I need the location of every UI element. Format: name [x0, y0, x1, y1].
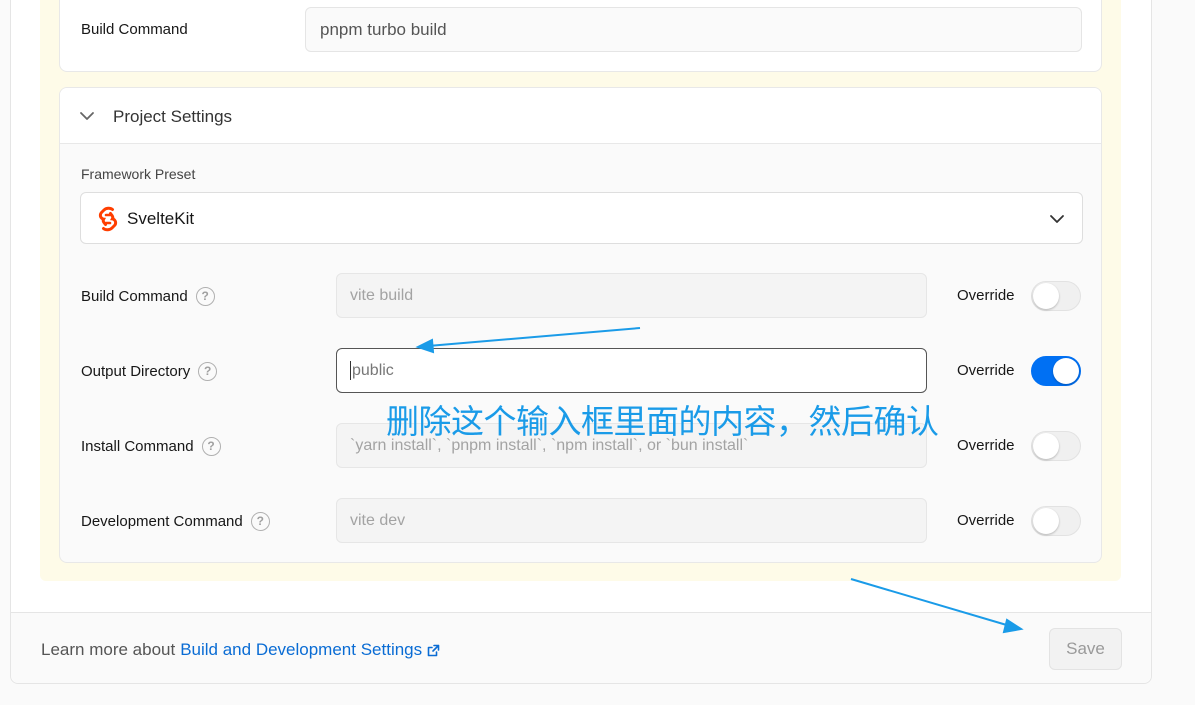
output-directory-label: Output Directory — [81, 363, 191, 380]
output-directory-value: public — [352, 362, 394, 379]
toggle-knob — [1033, 508, 1059, 534]
build-command-label: Build Command — [81, 288, 188, 305]
development-command-input[interactable]: vite dev — [336, 498, 927, 543]
development-command-override-label: Override — [957, 512, 1015, 529]
help-icon[interactable]: ? — [201, 437, 221, 456]
external-link-icon — [427, 644, 440, 656]
project-settings-title: Project Settings — [113, 107, 233, 126]
help-icon[interactable]: ? — [198, 362, 218, 381]
help-icon[interactable]: ? — [250, 512, 270, 531]
project-settings-header[interactable]: Project Settings — [60, 88, 1101, 144]
install-command-label: Install Command — [81, 438, 194, 455]
svelte-logo-icon — [98, 206, 118, 232]
project-settings-panel: Project Settings Framework Preset Svelte… — [59, 87, 1102, 563]
chevron-down-icon — [1050, 215, 1064, 223]
learn-more-text: Learn more about Build and Development S… — [41, 640, 440, 660]
toggle-knob — [1033, 283, 1059, 309]
build-command-input[interactable]: vite build — [336, 273, 927, 318]
install-command-override-label: Override — [957, 437, 1015, 454]
toggle-knob — [1053, 358, 1079, 384]
build-command-label-wrap: Build Command ? — [81, 287, 215, 306]
development-command-row: Development Command ? vite dev Override — [60, 498, 1101, 544]
development-command-label-wrap: Development Command ? — [81, 512, 270, 531]
output-directory-row: Output Directory ? public Override — [60, 348, 1101, 394]
build-command-override-toggle[interactable] — [1031, 281, 1081, 311]
framework-preset-select[interactable]: SvelteKit — [80, 192, 1083, 244]
learn-more-link[interactable]: Build and Development Settings — [180, 640, 422, 660]
chevron-down-icon — [80, 112, 94, 120]
settings-footer: Learn more about Build and Development S… — [11, 612, 1151, 683]
output-directory-override-label: Override — [957, 362, 1015, 379]
development-command-label: Development Command — [81, 513, 243, 530]
output-directory-label-wrap: Output Directory ? — [81, 362, 218, 381]
framework-preset-label: Framework Preset — [81, 166, 196, 182]
build-command-row: Build Command ? vite build Override — [60, 273, 1101, 319]
output-directory-input[interactable]: public — [336, 348, 927, 393]
install-command-label-wrap: Install Command ? — [81, 437, 221, 456]
learn-more-prefix: Learn more about — [41, 640, 176, 659]
help-icon[interactable]: ? — [195, 287, 215, 306]
top-build-command-label: Build Command — [81, 21, 188, 38]
development-command-override-toggle[interactable] — [1031, 506, 1081, 536]
install-command-override-toggle[interactable] — [1031, 431, 1081, 461]
annotation-instruction: 删除这个输入框里面的内容，然后确认 — [386, 402, 939, 441]
save-button[interactable]: Save — [1049, 628, 1122, 670]
text-caret — [350, 361, 351, 381]
toggle-knob — [1033, 433, 1059, 459]
top-build-command-input[interactable]: pnpm turbo build — [305, 7, 1082, 52]
build-command-override-label: Override — [957, 287, 1015, 304]
framework-preset-value: SvelteKit — [127, 209, 195, 228]
top-build-panel: Build Command pnpm turbo build — [59, 0, 1102, 72]
output-directory-override-toggle[interactable] — [1031, 356, 1081, 386]
